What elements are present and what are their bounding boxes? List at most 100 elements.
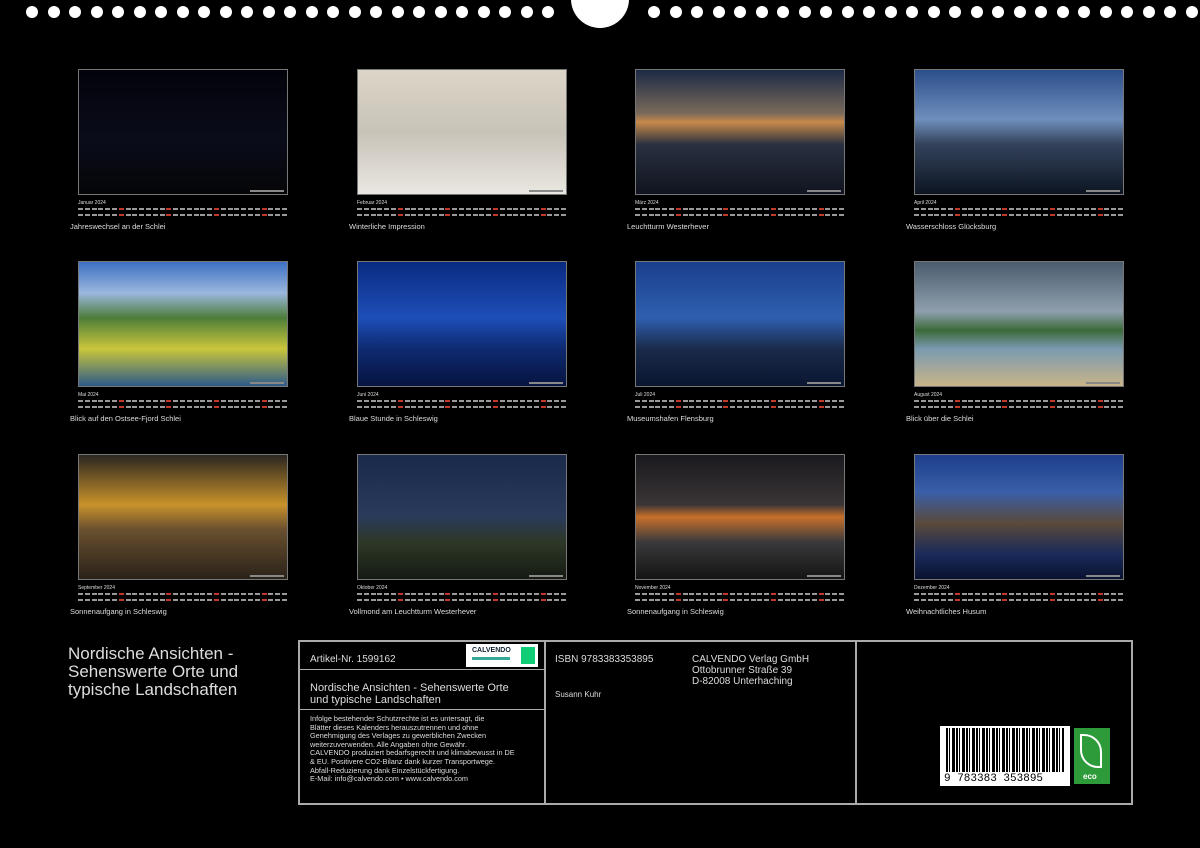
day-mark bbox=[961, 400, 967, 402]
day-mark bbox=[961, 599, 967, 601]
day-mark bbox=[254, 593, 260, 595]
day-mark bbox=[540, 400, 546, 402]
day-mark bbox=[227, 208, 233, 210]
day-mark bbox=[655, 208, 661, 210]
day-mark bbox=[1056, 208, 1062, 210]
day-mark bbox=[777, 214, 783, 216]
day-mark bbox=[948, 208, 953, 210]
day-mark bbox=[784, 208, 790, 210]
day-mark bbox=[78, 406, 83, 408]
day-mark bbox=[282, 406, 287, 408]
day-mark bbox=[798, 599, 804, 601]
binding-hole bbox=[669, 6, 682, 18]
day-mark bbox=[682, 208, 688, 210]
day-mark bbox=[465, 214, 471, 216]
day-mark bbox=[78, 214, 83, 216]
day-mark bbox=[968, 214, 974, 216]
day-mark bbox=[914, 406, 919, 408]
day-mark bbox=[1097, 406, 1103, 408]
day-mark bbox=[166, 593, 172, 595]
day-mark bbox=[1090, 400, 1096, 402]
day-mark bbox=[152, 406, 158, 408]
day-mark bbox=[227, 406, 233, 408]
day-mark bbox=[499, 208, 505, 210]
day-mark bbox=[1090, 406, 1096, 408]
day-mark bbox=[472, 406, 478, 408]
day-mark bbox=[975, 214, 981, 216]
day-mark bbox=[1043, 400, 1049, 402]
day-mark bbox=[1077, 593, 1083, 595]
day-mark bbox=[662, 400, 668, 402]
leaf-icon bbox=[1080, 734, 1102, 768]
day-mark bbox=[743, 406, 749, 408]
day-mark bbox=[641, 593, 647, 595]
day-mark bbox=[743, 599, 749, 601]
day-mark bbox=[180, 208, 185, 210]
day-mark bbox=[1022, 599, 1028, 601]
day-mark bbox=[1111, 599, 1117, 601]
day-mark bbox=[655, 593, 661, 595]
day-mark bbox=[1118, 400, 1123, 402]
day-mark bbox=[91, 208, 97, 210]
binding-hole bbox=[112, 6, 124, 18]
day-mark bbox=[737, 599, 742, 601]
day-mark bbox=[784, 406, 790, 408]
day-mark bbox=[805, 400, 810, 402]
day-mark bbox=[1016, 214, 1021, 216]
day-mark bbox=[268, 406, 274, 408]
day-mark bbox=[934, 214, 940, 216]
day-mark bbox=[499, 214, 505, 216]
day-mark bbox=[777, 599, 783, 601]
day-mark bbox=[1097, 593, 1103, 595]
day-mark bbox=[506, 400, 512, 402]
day-mark bbox=[132, 214, 138, 216]
day-mark bbox=[227, 400, 233, 402]
day-grid bbox=[635, 398, 845, 410]
day-mark bbox=[954, 208, 960, 210]
binding-hole bbox=[1056, 6, 1069, 18]
day-mark bbox=[743, 214, 749, 216]
day-mark bbox=[112, 599, 117, 601]
day-mark bbox=[452, 208, 458, 210]
day-mark bbox=[220, 593, 226, 595]
day-mark bbox=[777, 593, 783, 595]
day-mark bbox=[214, 599, 219, 601]
day-mark bbox=[839, 406, 844, 408]
day-mark bbox=[282, 593, 287, 595]
binding-hole bbox=[47, 6, 60, 18]
day-mark bbox=[771, 208, 776, 210]
binding-hole bbox=[712, 6, 725, 18]
day-mark bbox=[730, 214, 736, 216]
day-mark bbox=[1002, 208, 1008, 210]
day-mark bbox=[561, 208, 566, 210]
day-mark bbox=[384, 599, 390, 601]
day-mark bbox=[750, 593, 756, 595]
day-mark bbox=[499, 406, 505, 408]
day-mark bbox=[125, 400, 131, 402]
day-mark bbox=[818, 400, 824, 402]
photo-credit bbox=[807, 190, 841, 192]
day-mark bbox=[1111, 214, 1117, 216]
day-mark bbox=[723, 400, 729, 402]
binding-hole bbox=[1099, 6, 1112, 18]
day-mark bbox=[118, 593, 124, 595]
day-mark bbox=[84, 406, 90, 408]
day-mark bbox=[1118, 406, 1123, 408]
day-mark bbox=[486, 406, 492, 408]
day-mark bbox=[261, 400, 267, 402]
day-mark bbox=[425, 208, 430, 210]
month-photo bbox=[357, 69, 567, 195]
day-mark bbox=[78, 208, 83, 210]
day-mark bbox=[146, 593, 151, 595]
day-mark bbox=[1022, 208, 1028, 210]
day-mark bbox=[771, 400, 776, 402]
day-mark bbox=[1118, 593, 1123, 595]
day-mark bbox=[193, 599, 199, 601]
day-mark bbox=[397, 208, 403, 210]
day-mark bbox=[791, 599, 797, 601]
day-mark bbox=[1016, 400, 1021, 402]
day-mark bbox=[635, 400, 640, 402]
day-mark bbox=[948, 593, 953, 595]
day-mark bbox=[662, 593, 668, 595]
day-mark bbox=[554, 400, 560, 402]
